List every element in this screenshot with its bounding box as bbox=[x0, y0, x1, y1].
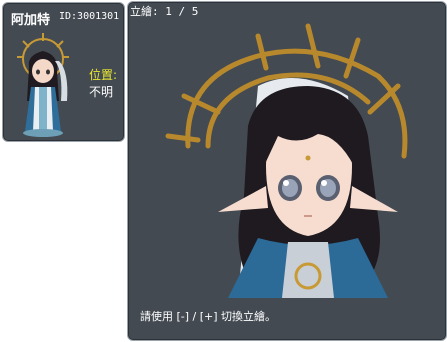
switch-hint: 請使用 [-] / [+] 切換立繪。 bbox=[140, 310, 277, 323]
character-name: 阿加特 bbox=[11, 13, 51, 28]
character-id: ID:3001301 bbox=[59, 11, 120, 22]
character-sprite bbox=[17, 33, 69, 137]
location-label: 位置: bbox=[89, 68, 118, 82]
character-portrait bbox=[165, 23, 408, 298]
character-info-card: 阿加特 ID:3001301 位置: 不明 bbox=[2, 2, 125, 142]
illustration-panel: 立繪: 1 / 5 請使用 [-] / [+] 切換立繪。 bbox=[127, 1, 447, 341]
location-value: 不明 bbox=[89, 85, 114, 99]
